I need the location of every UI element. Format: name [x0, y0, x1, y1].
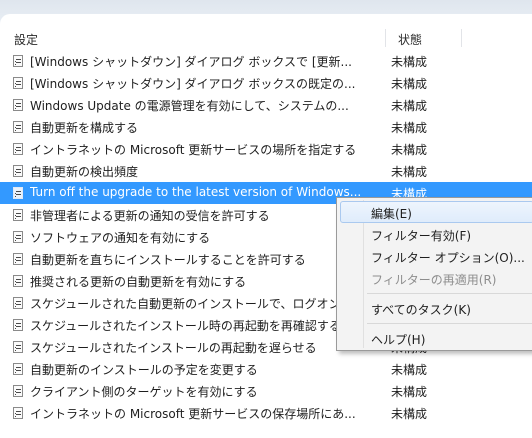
row-setting-name: 推奨される更新の自動更新を有効にする — [30, 275, 247, 289]
row-setting-name: [Windows シャットダウン] ダイアログ ボックスの既定の... — [30, 77, 356, 91]
row-setting-name: イントラネットの Microsoft 更新サービスの保存場所にあ... — [30, 407, 356, 421]
menu-item-label: すべてのタスク(K) — [371, 303, 471, 317]
row-setting-name: スケジュールされたインストールの再起動を遅らせる — [30, 341, 317, 355]
row-setting-name: イントラネットの Microsoft 更新サービスの場所を指定する — [30, 143, 357, 157]
menu-item-filter-on[interactable]: フィルター有効(F) — [340, 223, 532, 245]
column-divider[interactable] — [385, 29, 386, 47]
policy-setting-icon — [13, 165, 23, 177]
menu-item-label: フィルター オプション(O)... — [371, 251, 525, 265]
policy-setting-icon — [13, 297, 23, 309]
row-setting-name: スケジュールされたインストール時の再起動を再確認する — [30, 319, 341, 333]
row-setting-name: [Windows シャットダウン] ダイアログ ボックスで [更新... — [30, 55, 352, 69]
row-state: 未構成 — [391, 55, 428, 69]
column-header: 設定 状態 — [0, 26, 532, 50]
table-row[interactable]: 自動更新の検出頻度 未構成 — [0, 160, 532, 182]
table-row[interactable]: イントラネットの Microsoft 更新サービスの保存場所にあ... 未構成 — [0, 402, 532, 424]
policy-setting-icon — [13, 187, 23, 199]
menu-item-label: フィルターの再適用(R) — [371, 273, 497, 287]
column-header-state[interactable]: 状態 — [398, 31, 422, 48]
policy-setting-icon — [13, 363, 23, 375]
row-state: 未構成 — [391, 385, 428, 399]
menu-item-all-tasks[interactable]: すべてのタスク(K) — [340, 297, 532, 319]
column-header-setting[interactable]: 設定 — [14, 31, 38, 48]
menu-separator — [367, 293, 532, 294]
table-row[interactable]: [Windows シャットダウン] ダイアログ ボックスの既定の... 未構成 — [0, 72, 532, 94]
row-state: 未構成 — [391, 77, 428, 91]
policy-setting-icon — [13, 121, 23, 133]
row-setting-name: Turn off the upgrade to the latest versi… — [30, 185, 360, 199]
table-row[interactable]: Windows Update の電源管理を有効にして、システムの... 未構成 — [0, 94, 532, 116]
row-setting-name: 自動更新を構成する — [30, 121, 139, 135]
table-row[interactable]: [Windows シャットダウン] ダイアログ ボックスで [更新... 未構成 — [0, 50, 532, 72]
policy-setting-icon — [13, 77, 23, 89]
menu-item-help[interactable]: ヘルプ(H) — [340, 327, 532, 349]
row-state: 未構成 — [391, 121, 428, 135]
row-setting-name: 非管理者による更新の通知の受信を許可する — [30, 209, 270, 223]
menu-separator — [367, 323, 532, 324]
row-state: 未構成 — [391, 407, 428, 421]
policy-setting-icon — [13, 341, 23, 353]
menu-item-filter-options[interactable]: フィルター オプション(O)... — [340, 245, 532, 267]
table-row[interactable]: イントラネットの Microsoft 更新サービスの場所を指定する 未構成 — [0, 138, 532, 160]
row-setting-name: 自動更新のインストールの予定を変更する — [30, 363, 258, 377]
row-state: 未構成 — [391, 99, 428, 113]
policy-setting-icon — [13, 385, 23, 397]
row-state: 未構成 — [391, 165, 428, 179]
panel-corner — [0, 14, 532, 26]
row-setting-name: クライアント側のターゲットを有効にする — [30, 385, 258, 399]
table-row[interactable]: 自動更新を構成する 未構成 — [0, 116, 532, 138]
row-setting-name: Windows Update の電源管理を有効にして、システムの... — [30, 99, 349, 113]
policy-setting-icon — [13, 275, 23, 287]
policy-setting-icon — [13, 253, 23, 265]
menu-item-reapply-filter: フィルターの再適用(R) — [340, 267, 532, 289]
table-row[interactable]: クライアント側のターゲットを有効にする 未構成 — [0, 380, 532, 402]
policy-setting-icon — [13, 319, 23, 331]
row-setting-name: ソフトウェアの通知を有効にする — [30, 231, 211, 245]
row-state: 未構成 — [391, 363, 428, 377]
policy-setting-icon — [13, 99, 23, 111]
row-setting-name: スケジュールされた自動更新のインストールで、ログオン — [30, 297, 341, 311]
menu-item-label: フィルター有効(F) — [371, 229, 472, 243]
context-menu: 編集(E) フィルター有効(F) フィルター オプション(O)... フィルター… — [336, 197, 532, 351]
table-row[interactable]: 自動更新のインストールの予定を変更する 未構成 — [0, 358, 532, 380]
menu-item-edit[interactable]: 編集(E) — [340, 201, 532, 223]
policy-setting-icon — [13, 143, 23, 155]
menu-item-label: ヘルプ(H) — [371, 333, 426, 347]
policy-setting-icon — [13, 231, 23, 243]
policy-setting-icon — [13, 55, 23, 67]
column-divider[interactable] — [461, 29, 462, 47]
menu-item-label: 編集(E) — [371, 207, 412, 221]
row-setting-name: 自動更新の検出頻度 — [30, 165, 139, 179]
row-setting-name: 自動更新を直ちにインストールすることを許可する — [30, 253, 306, 267]
policy-setting-icon — [13, 407, 23, 419]
policy-setting-icon — [13, 209, 23, 221]
row-state: 未構成 — [391, 143, 428, 157]
